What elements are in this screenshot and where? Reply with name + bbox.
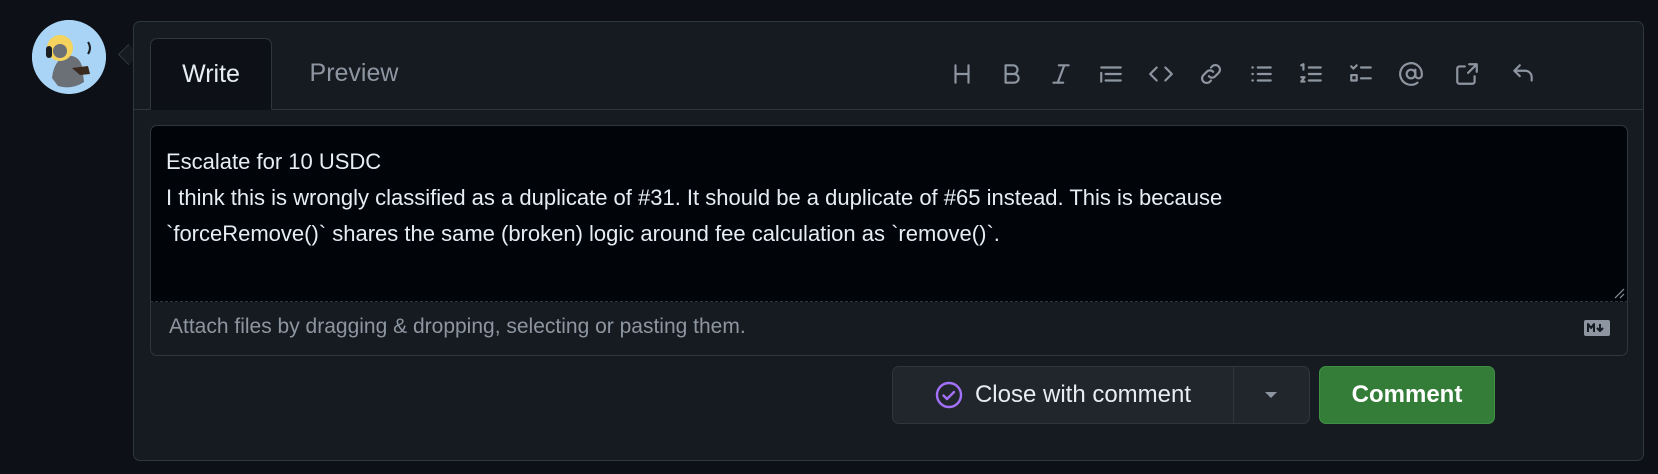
resize-handle-icon[interactable] [1613,287,1625,299]
reply-icon[interactable] [1504,54,1542,94]
file-attachment-bar[interactable]: Attach files by dragging & dropping, sel… [150,302,1628,356]
heading-icon[interactable] [943,54,981,94]
comment-textarea[interactable]: Escalate for 10 USDC I think this is wro… [150,125,1628,302]
markdown-toolbar [134,54,1643,94]
markdown-icon[interactable] [1583,319,1611,337]
editor-header: Write Preview [134,22,1643,110]
comment-button[interactable]: Comment [1319,366,1495,424]
avatar[interactable] [32,20,106,94]
bulleted-list-icon[interactable] [1242,54,1280,94]
bold-icon[interactable] [992,54,1030,94]
chevron-down-icon [1265,392,1277,398]
numbered-list-icon[interactable] [1292,54,1330,94]
italic-icon[interactable] [1042,54,1080,94]
task-list-icon[interactable] [1342,54,1380,94]
check-circle-icon [935,381,963,409]
quote-icon[interactable] [1092,54,1130,94]
close-with-comment-button[interactable]: Close with comment [893,367,1234,423]
mention-icon[interactable] [1392,54,1430,94]
attach-files-hint: Attach files by dragging & dropping, sel… [169,315,746,338]
close-with-comment-group: Close with comment [892,366,1310,424]
cross-reference-icon[interactable] [1448,54,1486,94]
code-icon[interactable] [1142,54,1180,94]
close-options-dropdown[interactable] [1233,367,1309,423]
link-icon[interactable] [1192,54,1230,94]
close-with-comment-label: Close with comment [974,381,1192,408]
